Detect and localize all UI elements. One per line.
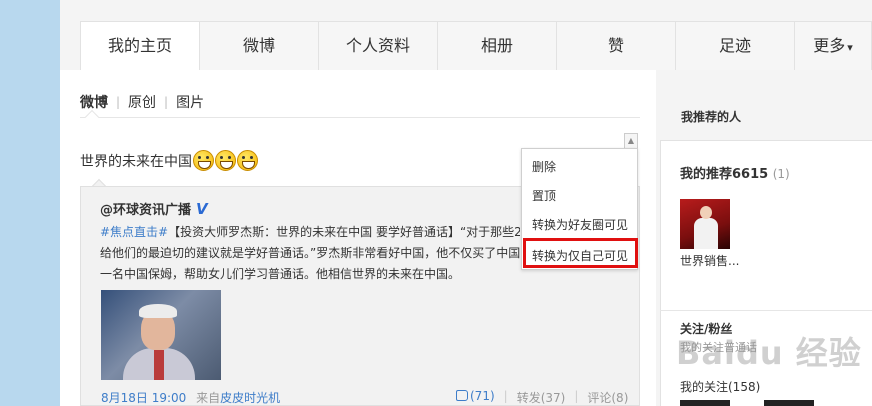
recommend-title: 我的推荐6615 (1) [680, 163, 790, 182]
filter-weibo[interactable]: 微博 [80, 92, 108, 112]
repost-actions: (71) | 转发(37) | 评论(8) [456, 389, 628, 406]
like-count: (71) [470, 389, 495, 403]
filter-separator: | [164, 95, 169, 109]
tab-likes[interactable]: 赞 [557, 22, 676, 70]
tab-footprint-label: 足迹 [718, 36, 751, 55]
filter-separator: | [116, 95, 121, 109]
author-link[interactable]: @环球资讯广播 [100, 199, 191, 218]
source-prefix: 来自 [196, 391, 221, 405]
action-separator: | [503, 389, 508, 403]
follow-link[interactable]: 我的关注(158) [680, 378, 760, 395]
filter-pictures[interactable]: 图片 [176, 92, 204, 112]
tab-album-label: 相册 [480, 36, 513, 55]
image-tie [154, 350, 164, 380]
comment-button[interactable]: 评论(8) [587, 389, 628, 406]
avatar-body [694, 218, 718, 249]
menu-friends-visible[interactable]: 转换为好友圈可见 [532, 216, 628, 233]
follow-avatar[interactable] [680, 400, 730, 406]
recommended-user-name[interactable]: 世界销售... [680, 252, 739, 269]
avatar[interactable] [680, 199, 730, 249]
tab-profile-label: 个人资料 [345, 36, 410, 55]
tab-likes-label: 赞 [607, 36, 624, 55]
repost-line: 【投资大师罗杰斯：世界的未来在中国 要学好普通话】“对于那些20 [168, 225, 520, 239]
profile-tabs: 我的主页 微博 个人资料 相册 赞 足迹 更多 ▾ [80, 21, 872, 71]
tab-home[interactable]: 我的主页 [80, 22, 200, 71]
follow-avatar[interactable] [764, 400, 814, 406]
recommend-label: 我的推荐6615 [680, 167, 769, 182]
verified-badge-icon[interactable]: V [196, 200, 208, 218]
recommend-count: (1) [772, 167, 790, 181]
post-text: 世界的未来在中国 [80, 153, 192, 170]
tab-profile[interactable]: 个人资料 [319, 22, 438, 70]
tab-weibo[interactable]: 微博 [200, 22, 319, 70]
repost-author: @环球资讯广播 V [100, 199, 208, 219]
post-options-toggle[interactable]: ▲ [624, 133, 638, 149]
divider [80, 117, 640, 118]
tab-weibo-label: 微博 [242, 36, 275, 55]
tab-home-label: 我的主页 [107, 36, 172, 55]
repost-button[interactable]: 转发(37) [517, 389, 566, 406]
chevron-down-icon: ▾ [847, 41, 853, 54]
feed-filter-nav: 微博 | 原创 | 图片 [80, 92, 204, 112]
tab-footprint[interactable]: 足迹 [676, 22, 795, 70]
timestamp-link[interactable]: 8月18日 19:00 [101, 391, 186, 405]
highlight-box [523, 238, 638, 268]
grin-emoji-icon [193, 150, 214, 171]
source-link[interactable]: 皮皮时光机 [220, 391, 280, 405]
repost-text: #焦点直击#【投资大师罗杰斯：世界的未来在中国 要学好普通话】“对于那些20 给… [100, 222, 520, 285]
action-separator: | [574, 389, 579, 403]
repost-meta: 8月18日 19:00 来自皮皮时光机 [101, 389, 280, 406]
filter-original[interactable]: 原创 [128, 92, 156, 112]
image-hair [139, 304, 177, 318]
thumbs-up-icon [456, 390, 468, 401]
tab-album[interactable]: 相册 [438, 22, 557, 70]
sidebar-header: 我推荐的人 [660, 91, 872, 141]
divider [660, 310, 872, 311]
baidu-watermark: Baidu 经验 [676, 334, 862, 372]
tab-more[interactable]: 更多 ▾ [795, 22, 872, 70]
repost-line: 一名中国保姆，帮助女儿们学习普通话。他相信世界的未来在中国。 [100, 267, 461, 281]
grin-emoji-icon [237, 150, 258, 171]
tab-more-label: 更多 [813, 36, 846, 55]
avatar-head [700, 206, 712, 219]
repost-line: 给他们的最迫切的建议就是学好普通话。”罗杰斯非常看好中国，他不仅买了中国 [100, 246, 520, 260]
like-button[interactable]: (71) [456, 389, 495, 406]
repost-image[interactable] [101, 290, 221, 380]
sidebar-title: 我推荐的人 [681, 110, 742, 124]
menu-delete[interactable]: 删除 [532, 158, 556, 175]
menu-pin[interactable]: 置顶 [532, 187, 556, 204]
hashtag-link[interactable]: #焦点直击# [100, 225, 168, 239]
grin-emoji-icon [215, 150, 236, 171]
post-body: 世界的未来在中国 [80, 150, 258, 171]
